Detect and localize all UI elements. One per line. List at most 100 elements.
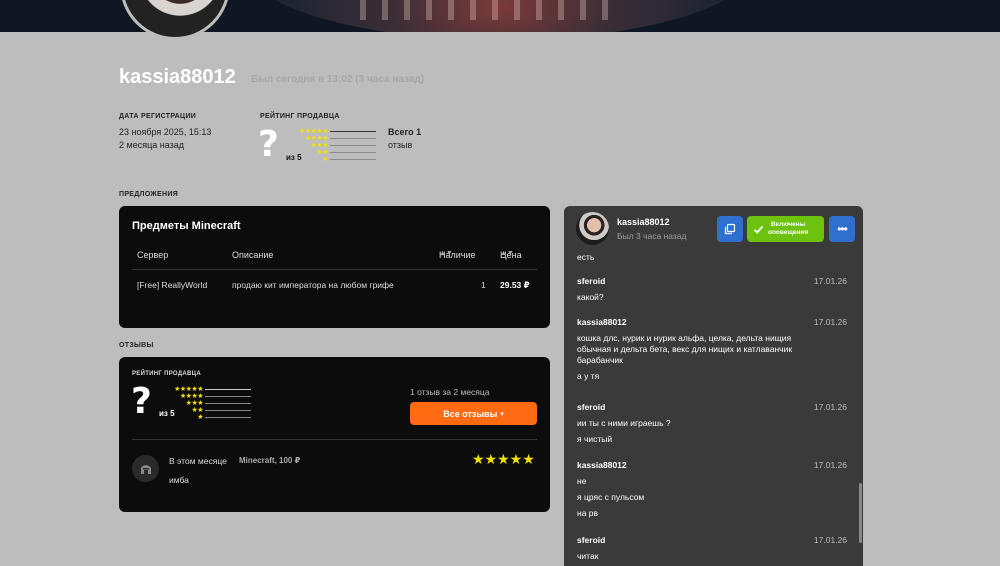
message-line: ии ты с ними играешь ? (577, 418, 671, 428)
message-date: 17.01.26 (813, 317, 847, 327)
profile-username: kassia88012 (119, 66, 236, 88)
rating-bar (205, 417, 251, 418)
banner-image (240, 0, 760, 32)
message-date: 17.01.26 (813, 535, 847, 545)
reviews-panel: РЕЙТИНГ ПРОДАВЦА ? из 5 ★★★★★ ★★★★ ★★★ ★… (119, 357, 550, 512)
table-row[interactable]: [Free] ReallyWorld продаю кит императора… (132, 280, 537, 300)
copy-icon (724, 223, 736, 235)
message-item: sferoid 17.01.26 ии ты с ними играешь ? … (577, 402, 847, 445)
rating-bar (330, 159, 376, 160)
rating-bar (330, 145, 376, 146)
star-row-4: ★★★★ (304, 135, 329, 142)
total-reviews-unit: отзыв (388, 140, 413, 150)
message-item: sferoid 17.01.26 читак (577, 535, 847, 562)
message-line: а у тя (577, 371, 600, 381)
star-row-3: ★★★ (185, 400, 204, 407)
message-item: kassia88012 17.01.26 кошка длс, нурик и … (577, 317, 847, 382)
chat-panel: kassia88012 Был 3 часа назад Включены опо… (564, 206, 863, 566)
star-row-2: ★★ (191, 407, 203, 414)
message-date: 17.01.26 (813, 402, 847, 412)
star-row-4: ★★★★ (179, 393, 204, 400)
column-description: Описание (232, 250, 274, 260)
reviewer-avatar (132, 455, 159, 482)
total-reviews: Всего 1 отзыв (388, 126, 421, 152)
reviews-section-label: ОТЗЫВЫ (119, 342, 154, 349)
message-date: 17.01.26 (813, 276, 847, 286)
registration-label: ДАТА РЕГИСТРАЦИИ (119, 113, 197, 120)
message-author: sferoid (577, 276, 606, 286)
message-line: я чистый (577, 434, 613, 444)
chat-last-seen: Был 3 часа назад (617, 231, 687, 241)
star-row-5: ★★★★★ (299, 128, 328, 135)
message-author: kassia88012 (577, 460, 627, 470)
row-stock: 1 (481, 280, 486, 290)
rating-bar (205, 389, 251, 390)
registration-ago: 2 месяца назад (119, 140, 184, 150)
message-line: кошка длс, нурик и нурик альфа, целка, д… (577, 333, 793, 365)
notifications-toggle[interactable]: Включены оповещения (747, 216, 824, 242)
chat-avatar[interactable] (576, 212, 609, 245)
reviews-rating-label: РЕЙТИНГ ПРОДАВЦА (132, 371, 201, 377)
chat-username[interactable]: kassia88012 (617, 217, 670, 227)
message-line: я цряс с пульсом (577, 492, 645, 502)
sort-icon: ▲▼ (500, 250, 514, 257)
star-row-5: ★★★★★ (174, 386, 203, 393)
message-author: sferoid (577, 402, 606, 412)
rating-bar (330, 152, 376, 153)
helmet-icon (140, 464, 151, 474)
rating-bar (330, 131, 376, 132)
chat-scrollbar[interactable] (859, 483, 862, 543)
message-line: есть (577, 252, 595, 262)
reviews-rating-breakdown: ★★★★★ ★★★★ ★★★ ★★ ★ (171, 386, 251, 421)
chat-header: kassia88012 Был 3 часа назад Включены опо… (564, 206, 863, 250)
last-seen-text: Был сегодня в 13:02 (3 часа назад) (251, 74, 425, 85)
message-date: 17.01.26 (813, 460, 847, 470)
star-row-1: ★ (197, 414, 203, 421)
offers-panel: Предметы Minecraft Сервер Описание Налич… (119, 206, 550, 328)
profile-avatar[interactable] (120, 0, 230, 40)
message-line: какой? (577, 292, 604, 302)
rating-bar (205, 410, 251, 411)
rating-breakdown: ★★★★★ ★★★★ ★★★ ★★ ★ (296, 128, 376, 163)
message-item: sferoid 17.01.26 какой? (577, 276, 847, 303)
more-icon: ••• (837, 222, 848, 236)
offers-section-label: ПРЕДЛОЖЕНИЯ (119, 191, 179, 198)
row-description: продаю кит императора на любом грифе (232, 280, 394, 290)
reviews-count-text: 1 отзыв за 2 месяца (410, 387, 490, 397)
row-price: 29.53 ₽ (500, 280, 530, 290)
star-row-2: ★★ (316, 149, 328, 156)
sort-icon: ▲▼ (439, 250, 453, 257)
message-item: kassia88012 17.01.26 не я цряс с пульсом… (577, 460, 847, 519)
all-reviews-button[interactable]: Все отзывы ▾ (410, 402, 537, 425)
total-reviews-count: Всего 1 (388, 127, 422, 137)
review-stars: ★★★★★ (472, 451, 535, 467)
copy-button[interactable] (717, 216, 743, 242)
rating-bar (205, 396, 251, 397)
reviews-divider (132, 439, 537, 440)
row-server: [Free] ReallyWorld (137, 280, 208, 290)
star-row-3: ★★★ (310, 142, 329, 149)
seller-rating-value: ? (258, 124, 279, 165)
message-author: sferoid (577, 535, 606, 545)
message-line: читак (577, 551, 599, 561)
notif-line-1: Включены (770, 221, 806, 228)
column-server: Сервер (137, 250, 169, 260)
check-icon (753, 225, 764, 234)
star-row-1: ★ (322, 156, 328, 163)
all-reviews-label: Все отзывы (443, 408, 498, 419)
message-line: не (577, 476, 587, 486)
reviews-rating-value: ? (131, 381, 152, 422)
notif-line-2: оповещения (768, 229, 809, 236)
rating-bar (205, 403, 251, 404)
offers-table-header: Сервер Описание Наличие ▲▼ Цена ▲▼ (132, 250, 537, 270)
seller-rating-label: РЕЙТИНГ ПРОДАВЦА (260, 113, 340, 120)
offers-title[interactable]: Предметы Minecraft (132, 220, 241, 232)
more-options-button[interactable]: ••• (829, 216, 855, 242)
review-text: имба (169, 475, 189, 485)
review-game: Minecraft, 100 ₽ (239, 456, 301, 465)
registration-date: 23 ноября 2025, 15:13 (119, 127, 212, 137)
rating-bar (330, 138, 376, 139)
review-period: В этом месяце (169, 456, 227, 466)
message-line: на рв (577, 508, 599, 518)
caret-down-icon: ▾ (500, 410, 504, 418)
